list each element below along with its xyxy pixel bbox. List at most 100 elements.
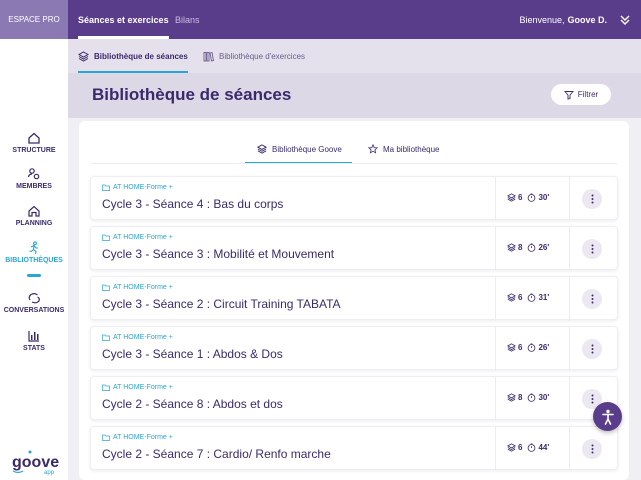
library-tabs: Bibliothèque Goove Ma bibliothèque [79, 137, 629, 164]
tab-label: Bibliothèque de séances [94, 51, 188, 61]
timer-icon [528, 393, 536, 402]
sidebar-item-bibliotheques[interactable]: BIBLIOTHÈQUES [0, 241, 68, 264]
sidebar-item-planning[interactable]: PLANNING [0, 204, 68, 227]
tab-ma-bibliotheque[interactable]: Ma bibliothèque [368, 137, 439, 161]
session-title: Cycle 3 - Séance 2 : Circuit Training TA… [102, 297, 341, 311]
timer-icon [528, 443, 536, 452]
session-row[interactable]: AT HOME-Forme + Cycle 3 - Séance 1 : Abd… [90, 326, 618, 371]
sidebar-item-structure[interactable]: STRUCTURE [0, 131, 68, 154]
divider [569, 327, 570, 371]
goove-logo: goove app [12, 450, 59, 476]
session-title: Cycle 2 - Séance 8 : Abdos et dos [102, 397, 283, 411]
timer-icon [528, 293, 536, 302]
session-stats: 6 31' [507, 293, 549, 302]
main-content: Bibliothèque Goove Ma bibliothèque AT HO… [68, 118, 641, 480]
user-name: Goove D. [567, 14, 607, 25]
exercise-count: 6 [518, 343, 523, 352]
divider [495, 277, 496, 321]
session-stats: 8 26' [507, 243, 549, 252]
tab-bibliotheque-seances[interactable]: Bibliothèque de séances [78, 39, 188, 73]
divider [495, 377, 496, 421]
session-title: Cycle 3 - Séance 1 : Abdos & Dos [102, 347, 283, 361]
filter-button[interactable]: Filtrer [551, 84, 611, 105]
session-row[interactable]: AT HOME-Forme + Cycle 2 - Séance 8 : Abd… [90, 376, 618, 421]
star-icon [368, 144, 378, 154]
layers-icon [507, 443, 516, 452]
more-options-button[interactable] [582, 339, 602, 359]
session-duration: 26' [538, 343, 550, 352]
more-vertical-icon [591, 444, 593, 454]
layers-icon [507, 193, 516, 202]
timer-icon [528, 343, 536, 352]
session-title: Cycle 2 - Séance 7 : Cardio/ Renfo march… [102, 447, 331, 461]
top-bar: ESPACE PRO Séances et exercices Bilans B… [0, 0, 641, 39]
books-icon [203, 51, 214, 62]
exercise-count: 6 [518, 193, 523, 202]
tab-bibliotheque-goove[interactable]: Bibliothèque Goove [245, 137, 352, 164]
more-options-button[interactable] [582, 289, 602, 309]
sidebar-item-label: STATS [23, 345, 45, 352]
more-options-button[interactable] [582, 439, 602, 459]
more-vertical-icon [591, 244, 593, 254]
session-row[interactable]: AT HOME-Forme + Cycle 2 - Séance 7 : Car… [90, 426, 618, 471]
tab-label: Bibliothèque d'exercices [219, 51, 306, 61]
espace-pro-button[interactable]: ESPACE PRO [0, 0, 68, 39]
folder-icon [102, 234, 110, 241]
sidebar-item-label: STRUCTURE [12, 147, 56, 154]
sidebar-item-label: BIBLIOTHÈQUES [5, 257, 63, 264]
divider [495, 327, 496, 371]
tab-bilans[interactable]: Bilans [175, 0, 200, 39]
session-title: Cycle 3 - Séance 3 : Mobilité et Mouveme… [102, 247, 335, 261]
folder-name: AT HOME-Forme + [113, 334, 173, 341]
page-title: Bibliothèque de séances [92, 85, 292, 104]
chevron-down-double-icon[interactable] [619, 14, 631, 26]
filter-label: Filtrer [577, 90, 599, 99]
session-row[interactable]: AT HOME-Forme + Cycle 3 - Séance 4 : Bas… [90, 176, 618, 221]
folder-name: AT HOME-Forme + [113, 434, 173, 441]
folder-icon [102, 284, 110, 291]
folder-icon [102, 434, 110, 441]
sidebar-item-label: MEMBRES [16, 183, 52, 190]
filter-icon [563, 90, 574, 100]
session-duration: 44' [538, 443, 550, 452]
logo-sub: app [44, 470, 55, 476]
user-menu[interactable]: Bienvenue, Goove D. [519, 0, 607, 39]
divider [495, 227, 496, 271]
session-stats: 8 30' [507, 393, 549, 402]
session-row[interactable]: AT HOME-Forme + Cycle 3 - Séance 3 : Mob… [90, 226, 618, 271]
sidebar-item-label: CONVERSATIONS [3, 307, 65, 314]
folder-name: AT HOME-Forme + [113, 384, 173, 391]
divider [569, 427, 570, 471]
chat-icon [28, 293, 40, 304]
more-options-button[interactable] [582, 189, 602, 209]
session-row[interactable]: AT HOME-Forme + Cycle 3 - Séance 2 : Cir… [90, 276, 618, 321]
tab-label: Ma bibliothèque [383, 144, 440, 154]
layers-icon [507, 293, 516, 302]
folder-label: AT HOME-Forme + [102, 434, 173, 441]
divider [495, 427, 496, 471]
sidebar: STRUCTURE MEMBRES PLANNING BIBLIOTHÈQUES… [0, 39, 68, 480]
tab-seances-exercices[interactable]: Séances et exercices [78, 0, 169, 39]
layers-icon [257, 144, 267, 154]
timer-icon [528, 243, 536, 252]
sidebar-item-stats[interactable]: STATS [0, 329, 68, 352]
house-icon [28, 132, 40, 144]
more-vertical-icon [591, 294, 593, 304]
runner-icon [29, 241, 38, 255]
divider [569, 177, 570, 221]
more-vertical-icon [591, 344, 593, 354]
sidebar-item-conversations[interactable]: CONVERSATIONS [0, 291, 68, 314]
sidebar-item-membres[interactable]: MEMBRES [0, 167, 68, 190]
active-indicator [27, 274, 41, 277]
tab-bibliotheque-exercices[interactable]: Bibliothèque d'exercices [203, 39, 305, 73]
accessibility-button[interactable] [593, 402, 622, 431]
session-duration: 26' [538, 243, 550, 252]
layers-icon [507, 343, 516, 352]
welcome-text: Bienvenue, [519, 14, 565, 25]
tab-label: Bilans [175, 14, 200, 25]
tab-label: Bibliothèque Goove [272, 144, 342, 154]
stats-icon [28, 331, 39, 342]
more-options-button[interactable] [582, 239, 602, 259]
tab-label: Séances et exercices [78, 14, 169, 25]
sessions-card: Bibliothèque Goove Ma bibliothèque AT HO… [79, 121, 629, 480]
